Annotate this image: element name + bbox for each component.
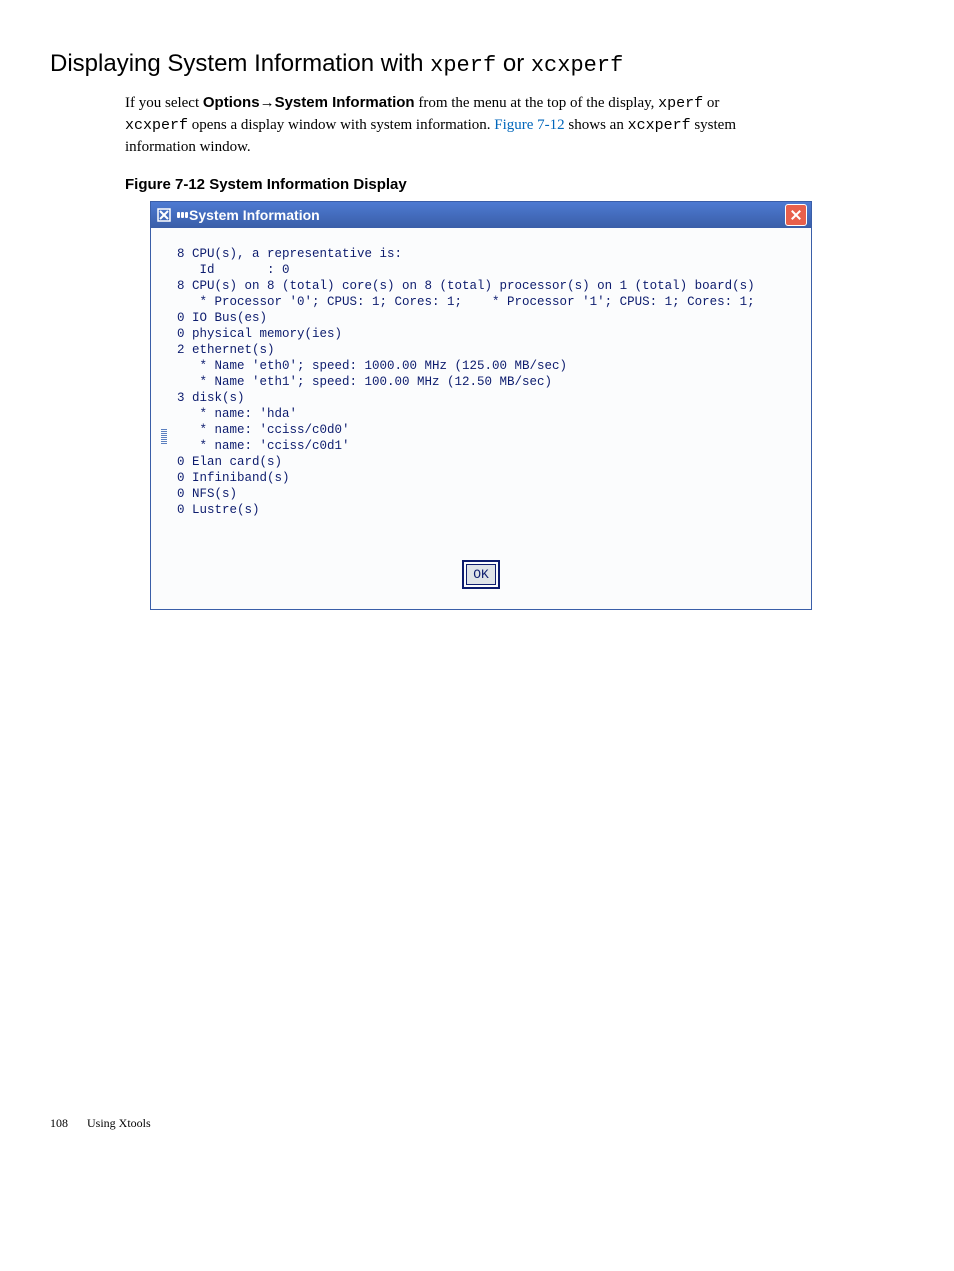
menu-options: Options	[203, 94, 260, 111]
system-info-dialog: System Information 8 CPU(s), a represent…	[150, 201, 812, 610]
para-part5: shows an	[565, 117, 628, 133]
page-footer: 108 Using Xtools	[50, 1116, 151, 1131]
ok-button[interactable]: OK	[466, 564, 496, 585]
figure-link[interactable]: Figure 7-12	[494, 117, 564, 133]
heading-tool2: xcxperf	[531, 53, 623, 78]
app-icon	[157, 208, 171, 222]
scrollbar[interactable]	[155, 329, 173, 445]
intro-paragraph: If you select Options→System Information…	[125, 92, 774, 158]
para-part2: from the menu at the top of the display,	[415, 95, 659, 111]
section-heading: Displaying System Information with xperf…	[50, 50, 804, 78]
para-tool1: xperf	[658, 95, 703, 112]
chapter-title: Using Xtools	[87, 1116, 151, 1131]
close-button[interactable]	[785, 204, 807, 226]
heading-tool1: xperf	[430, 53, 496, 78]
scroll-handle-icon[interactable]	[161, 429, 167, 445]
button-bar: OK	[151, 546, 811, 609]
decoration-icon	[185, 212, 188, 218]
heading-or: or	[496, 50, 531, 77]
heading-prefix: Displaying System Information with	[50, 50, 430, 77]
ok-button-frame: OK	[462, 560, 500, 589]
menu-sysinfo: System Information	[275, 94, 415, 111]
dialog-content: 8 CPU(s), a representative is: Id : 0 8 …	[151, 228, 811, 546]
title-bar[interactable]: System Information	[151, 202, 811, 228]
para-tool3: xcxperf	[628, 117, 691, 134]
system-info-text: 8 CPU(s), a representative is: Id : 0 8 …	[173, 240, 807, 534]
figure-caption: Figure 7-12 System Information Display	[125, 176, 804, 193]
decoration-icon	[177, 212, 180, 218]
para-tool2: xcxperf	[125, 117, 188, 134]
para-part1: If you select	[125, 95, 203, 111]
dialog-title: System Information	[189, 207, 785, 223]
page-number: 108	[50, 1116, 68, 1131]
decoration-icon	[181, 212, 184, 218]
menu-arrow: →	[260, 95, 275, 111]
para-part4: opens a display window with system infor…	[188, 117, 494, 133]
para-part3: or	[703, 95, 719, 111]
